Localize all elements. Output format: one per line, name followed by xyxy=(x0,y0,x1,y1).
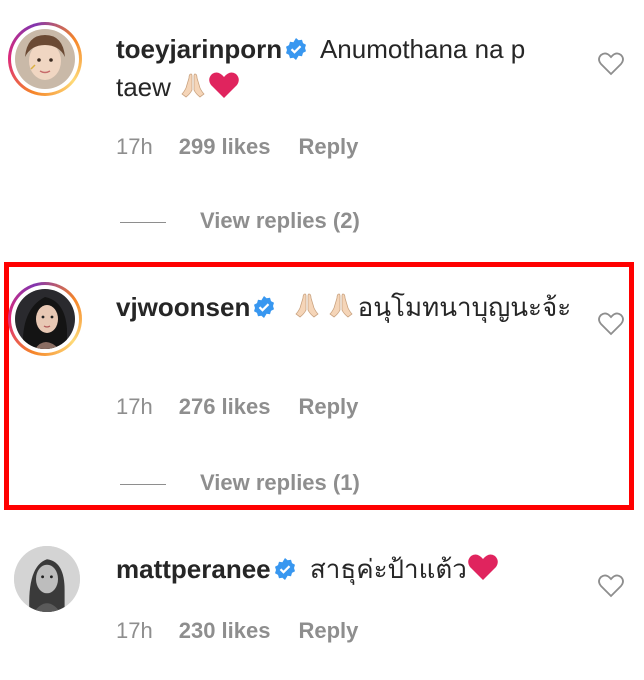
view-replies-button[interactable]: View replies (1) xyxy=(120,470,360,496)
view-replies-label: View replies (1) xyxy=(200,470,360,495)
praying-hands-icon xyxy=(324,290,358,330)
divider-line xyxy=(120,221,166,223)
comment-text-block: vjwoonsen อนุโมทนาบุญนะจ้ะ xyxy=(116,288,586,330)
view-replies-button[interactable]: View replies (2) xyxy=(120,208,360,234)
username[interactable]: vjwoonsen xyxy=(116,292,250,322)
praying-hands-icon xyxy=(178,70,208,110)
reply-button[interactable]: Reply xyxy=(298,134,358,159)
like-heart-icon[interactable] xyxy=(598,312,624,336)
avatar[interactable] xyxy=(14,546,80,612)
likes-count[interactable]: 276 likes xyxy=(179,394,271,419)
like-heart-icon[interactable] xyxy=(598,574,624,598)
timestamp: 17h xyxy=(116,618,153,643)
divider-line xyxy=(120,483,166,485)
timestamp: 17h xyxy=(116,134,153,159)
like-heart-icon[interactable] xyxy=(598,52,624,76)
comment-meta: 17h 230 likes Reply xyxy=(116,618,386,644)
avatar-image xyxy=(14,546,80,612)
likes-count[interactable]: 299 likes xyxy=(179,134,271,159)
praying-hands-icon xyxy=(290,290,324,330)
red-heart-icon xyxy=(467,552,499,592)
avatar[interactable] xyxy=(8,282,82,356)
timestamp: 17h xyxy=(116,394,153,419)
comment-meta: 17h 299 likes Reply xyxy=(116,134,386,160)
comment-meta: 17h 276 likes Reply xyxy=(116,394,386,420)
comment-text-block: toeyjarinporn Anumothana na p taew xyxy=(116,30,586,110)
avatar-image xyxy=(15,289,75,349)
comment-text-block: mattperanee สาธุค่ะป้าแต้ว xyxy=(116,550,586,592)
comment-text: สาธุค่ะป้าแต้ว xyxy=(309,554,467,584)
comment-text: อนุโมทนาบุญนะจ้ะ xyxy=(357,292,572,322)
verified-badge-icon xyxy=(284,33,308,60)
username[interactable]: toeyjarinporn xyxy=(116,34,282,64)
reply-button[interactable]: Reply xyxy=(298,618,358,643)
red-heart-icon xyxy=(208,70,240,110)
username[interactable]: mattperanee xyxy=(116,554,271,584)
avatar[interactable] xyxy=(8,22,82,96)
verified-badge-icon xyxy=(252,291,276,318)
view-replies-label: View replies (2) xyxy=(200,208,360,233)
verified-badge-icon xyxy=(273,553,297,580)
likes-count[interactable]: 230 likes xyxy=(179,618,271,643)
avatar-image xyxy=(15,29,75,89)
reply-button[interactable]: Reply xyxy=(298,394,358,419)
